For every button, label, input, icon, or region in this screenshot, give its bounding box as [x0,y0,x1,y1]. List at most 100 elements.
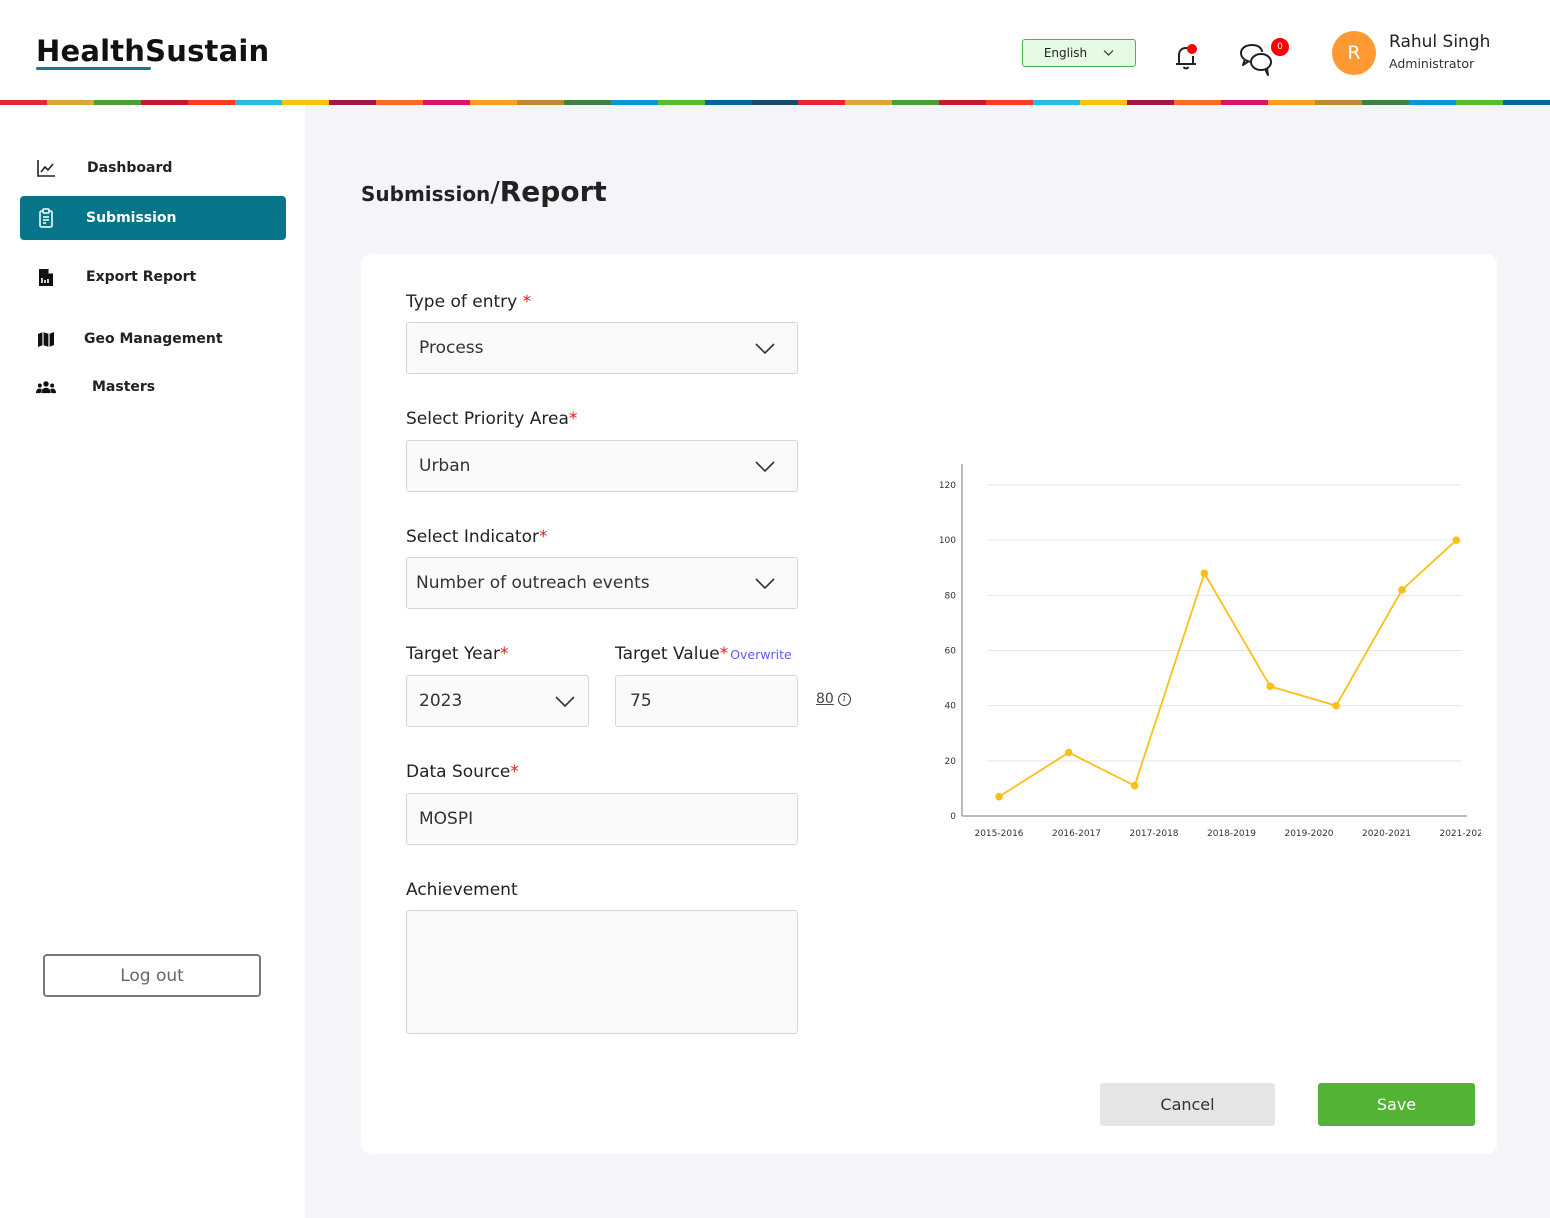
label-text: Data Source [406,762,511,782]
language-value: English [1043,46,1088,60]
stripe-segment [939,100,987,105]
type-of-entry-label: Type of entry * [406,292,531,312]
sidebar-item-submission[interactable]: Submission [20,196,286,240]
info-icon[interactable]: i [837,692,851,706]
required-mark: * [522,292,532,312]
notification-dot [1187,44,1197,54]
y-tick-label: 100 [939,536,956,546]
priority-area-label: Select Priority Area* [406,409,577,429]
stripe-segment [986,100,1034,105]
label-text: Select Priority Area [406,409,569,429]
top-bar: HealthSustain English 0 R Rahul Singh Ad… [0,0,1550,100]
data-point [995,792,1003,801]
y-tick-label: 40 [945,702,957,712]
required-mark: * [538,527,548,547]
target-value-input[interactable]: 75 [615,675,798,727]
stripe-segment [1268,100,1316,105]
sidebar-item-dashboard[interactable]: Dashboard [20,146,286,190]
logo-underline [36,67,151,70]
data-source-input[interactable]: MOSPI [406,793,798,845]
y-tick-label: 20 [945,757,957,767]
stripe-segment [657,100,705,105]
priority-area-select[interactable]: Urban [406,440,798,492]
stripe-segment [1503,100,1550,105]
clipboard-icon [36,208,56,228]
cancel-button[interactable]: Cancel [1100,1083,1275,1126]
overwrite-link[interactable]: Overwrite [730,647,792,662]
sidebar-item-label: Submission [86,210,177,226]
data-source-label: Data Source* [406,762,519,782]
page-title: Report [499,175,607,208]
target-year-label: Target Year* [406,644,509,664]
achievement-textarea[interactable] [406,910,798,1034]
chevron-down-icon [555,696,575,708]
user-avatar[interactable]: R [1332,31,1376,75]
data-point [1266,682,1275,691]
label-text: Achievement [406,880,518,900]
indicator-label: Select Indicator* [406,527,547,547]
breadcrumb-parent[interactable]: Submission [361,182,490,206]
achievement-line-chart: 0 20 40 60 80 100 120 2015-2016 2016-2017 2017-20… [939,464,1481,839]
label-text: Target Value [615,644,720,664]
stripe-segment [516,100,564,105]
data-point [1064,748,1073,757]
sidebar-item-masters[interactable]: Masters [20,365,286,409]
y-tick-label: 120 [939,481,956,491]
label-text: Target Year [406,644,500,664]
select-value: Urban [419,456,471,476]
required-mark: * [568,409,578,429]
required-mark: * [500,644,509,664]
data-point [1200,569,1209,578]
line-chart-icon [36,158,56,178]
stripe-segment [1456,100,1503,105]
messages-badge: 0 [1271,38,1289,56]
sidebar-item-label: Export Report [86,269,197,285]
stripe-segment [1221,100,1269,105]
stripe-segment [375,100,423,105]
y-tick-label: 80 [945,591,957,601]
sidebar-item-geo-management[interactable]: Geo Management [20,317,286,361]
sidebar-item-label: Geo Management [84,331,223,347]
select-value: Process [419,338,484,358]
suggested-value[interactable]: 80 [816,691,834,707]
stripe-segment [798,100,846,105]
users-group-icon [36,377,56,397]
logout-button[interactable]: Log out [43,954,261,997]
sidebar-item-label: Masters [92,379,156,395]
x-tick-label: 2021-2022 [1439,829,1481,839]
input-value: MOSPI [419,809,474,829]
indicator-select[interactable]: Number of outreach events [406,557,798,609]
data-point [1398,586,1406,594]
user-name: Rahul Singh [1389,32,1491,52]
sidebar-item-label: Dashboard [87,160,173,176]
stripe-segment [1080,100,1128,105]
messages-button[interactable]: 0 [1238,38,1290,78]
stripe-segment [328,100,376,105]
type-of-entry-select[interactable]: Process [406,322,798,374]
save-button[interactable]: Save [1318,1083,1475,1126]
stripe-segment [1033,100,1081,105]
language-select[interactable]: English [1022,39,1136,67]
x-tick-label: 2016-2017 [1052,829,1101,839]
stripe-segment [422,100,470,105]
x-tick-label: 2020-2021 [1362,829,1411,839]
sidebar-item-export-report[interactable]: Export Report [20,255,286,299]
required-mark: * [719,644,729,664]
data-point [1130,781,1139,790]
breadcrumb: Submission/Report [361,175,607,208]
y-tick-label: 0 [950,812,956,822]
app-logo[interactable]: HealthSustain [36,34,269,68]
stripe-segment [469,100,517,105]
target-year-select[interactable]: 2023 [406,675,589,727]
chevron-down-icon [755,461,775,473]
target-value-label: Target Value* Overwrite [615,644,792,664]
notifications-button[interactable] [1172,42,1200,72]
stripe-segment [1409,100,1457,105]
user-role: Administrator [1389,56,1475,71]
stripe-segment [610,100,658,105]
chevron-down-icon [755,343,775,355]
y-tick-label: 60 [945,647,957,657]
input-value: 75 [630,691,652,711]
stripe-segment [1362,100,1410,105]
x-tick-label: 2017-2018 [1129,829,1178,839]
